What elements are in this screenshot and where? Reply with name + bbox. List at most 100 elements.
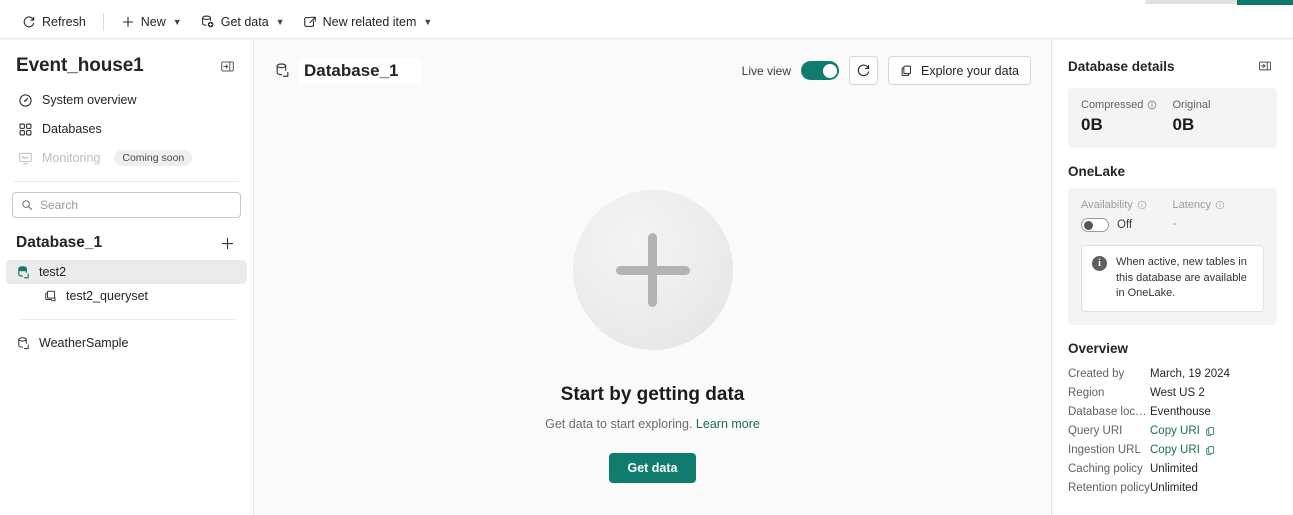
table-row: Region West US 2 [1068, 384, 1277, 403]
overview-key: Caching policy [1068, 463, 1143, 476]
chevron-down-icon: ▼ [172, 16, 182, 27]
live-view-toggle[interactable] [801, 61, 840, 80]
overview-key: Retention policy [1068, 482, 1150, 495]
refresh-button[interactable] [849, 56, 879, 85]
eventhouse-name: Event_house1 [16, 55, 144, 76]
empty-state: Start by getting data Get data to start … [254, 190, 1051, 483]
main-title-wrap: Database_1 [274, 57, 421, 84]
overview-section-title: Overview [1068, 340, 1129, 356]
sidebar-item-system-overview[interactable]: System overview [10, 86, 243, 114]
database-icon [16, 265, 31, 280]
external-link-icon [303, 15, 317, 29]
info-icon[interactable] [1215, 200, 1225, 210]
plus-icon-vertical [648, 233, 657, 307]
page-title[interactable]: Database_1 [299, 57, 421, 84]
overview-key: Database locati... [1068, 406, 1150, 419]
table-row: Database locati... Eventhouse [1068, 403, 1277, 422]
eventhouse-header: Event_house1 [0, 40, 253, 84]
availability-label: Availability [1081, 199, 1133, 211]
command-bar: Refresh New ▼ Get data ▼ New related ite… [0, 5, 1293, 39]
add-database-button[interactable] [215, 231, 239, 255]
onelake-availability-toggle[interactable] [1081, 218, 1109, 232]
new-button[interactable]: New ▼ [113, 9, 190, 35]
get-data-button[interactable]: Get data [609, 453, 696, 483]
empty-state-subtitle: Get data to start exploring. Learn more [545, 417, 760, 431]
tree-item-label: WeatherSample [39, 336, 129, 350]
onelake-availability: Availability Off [1081, 199, 1173, 232]
sidebar-item-label: Databases [42, 122, 102, 136]
plus-icon [121, 15, 135, 29]
new-related-item-button[interactable]: New related item ▼ [295, 9, 441, 35]
onelake-row: Availability Off Latency - [1081, 199, 1264, 232]
info-icon[interactable] [1137, 200, 1147, 210]
sidebar-item-monitoring: Monitoring Coming soon [10, 144, 243, 172]
queryset-icon [44, 289, 58, 303]
overview-value-cell: Copy URI [1150, 422, 1277, 441]
copy-uri-label: Copy URI [1150, 425, 1200, 438]
empty-state-subtitle-text: Get data to start exploring. [545, 417, 693, 431]
grid-icon [18, 122, 33, 137]
chevron-down-icon: ▼ [275, 16, 285, 27]
sidebar: Event_house1 System overview Databases M… [0, 40, 254, 515]
database-tree: test2 test2_queryset WeatherSample [0, 260, 253, 355]
toggle-knob [822, 63, 837, 78]
main-content: Database_1 Live view Explore your data S… [254, 40, 1051, 515]
stat-label-wrap: Compressed [1081, 99, 1173, 111]
database-icon [274, 62, 291, 79]
refresh-icon [856, 63, 871, 78]
overview-value: March, 19 2024 [1150, 368, 1230, 381]
availability-label-wrap: Availability [1081, 199, 1173, 211]
collapse-sidebar-button[interactable] [215, 54, 239, 78]
search-input[interactable] [40, 198, 232, 212]
table-row: Caching policy Unlimited [1068, 460, 1277, 479]
explore-your-data-button[interactable]: Explore your data [888, 56, 1031, 85]
overview-value: Unlimited [1150, 463, 1198, 476]
stat-value: 0B [1081, 115, 1103, 134]
expand-panel-button[interactable] [1253, 54, 1277, 78]
database-group-header: Database_1 [0, 218, 253, 260]
refresh-label: Refresh [42, 14, 86, 29]
latency-label: Latency [1172, 199, 1212, 211]
overview-value-cell: Copy URI [1150, 441, 1277, 460]
refresh-button[interactable]: Refresh [14, 9, 94, 35]
onelake-info-text: When active, new tables in this database… [1116, 256, 1247, 300]
get-data-icon [200, 14, 215, 29]
main-header-actions: Live view Explore your data [742, 56, 1031, 85]
table-row: Retention policy Unlimited [1068, 479, 1277, 498]
overview-key: Ingestion URL [1068, 444, 1141, 457]
overview-table: Created by March, 19 2024 Region West US… [1068, 365, 1277, 498]
tree-item-test2-queryset[interactable]: test2_queryset [6, 284, 247, 308]
stat-label: Original [1172, 99, 1211, 111]
explore-icon [900, 64, 914, 78]
tree-divider [20, 319, 235, 320]
availability-value-wrap: Off [1081, 218, 1173, 232]
overview-key: Region [1068, 387, 1105, 400]
copy-uri-label: Copy URI [1150, 444, 1200, 457]
size-stats-card: Compressed 0B Original 0B [1068, 88, 1277, 148]
search-box[interactable] [12, 192, 241, 218]
tree-item-label: test2 [39, 265, 67, 279]
tree-item-test2[interactable]: test2 [6, 260, 247, 284]
learn-more-link[interactable]: Learn more [696, 417, 760, 431]
stat-compressed: Compressed 0B [1081, 99, 1173, 135]
overview-key: Query URI [1068, 425, 1123, 438]
copy-query-uri-button[interactable]: Copy URI [1150, 425, 1216, 437]
info-icon[interactable] [1147, 100, 1157, 110]
tree-item-weathersample[interactable]: WeatherSample [6, 331, 247, 355]
table-row: Query URI Copy URI [1068, 422, 1277, 441]
explore-button-label: Explore your data [921, 63, 1019, 78]
copy-ingestion-url-button[interactable]: Copy URI [1150, 444, 1216, 456]
partial-element-gray [1145, 0, 1243, 4]
get-data-button[interactable]: Get data ▼ [192, 9, 293, 35]
latency-value: - [1172, 218, 1177, 230]
database-group-title: Database_1 [16, 234, 103, 251]
sidebar-item-databases[interactable]: Databases [10, 115, 243, 143]
gauge-icon [18, 93, 33, 108]
onelake-info-box: i When active, new tables in this databa… [1081, 245, 1264, 312]
main-header: Database_1 Live view Explore your data [254, 40, 1051, 85]
sidebar-item-label: System overview [42, 93, 137, 107]
availability-value: Off [1117, 219, 1133, 231]
empty-state-circle [572, 190, 733, 350]
details-panel-header: Database details [1068, 40, 1277, 88]
copy-icon [1205, 445, 1216, 456]
